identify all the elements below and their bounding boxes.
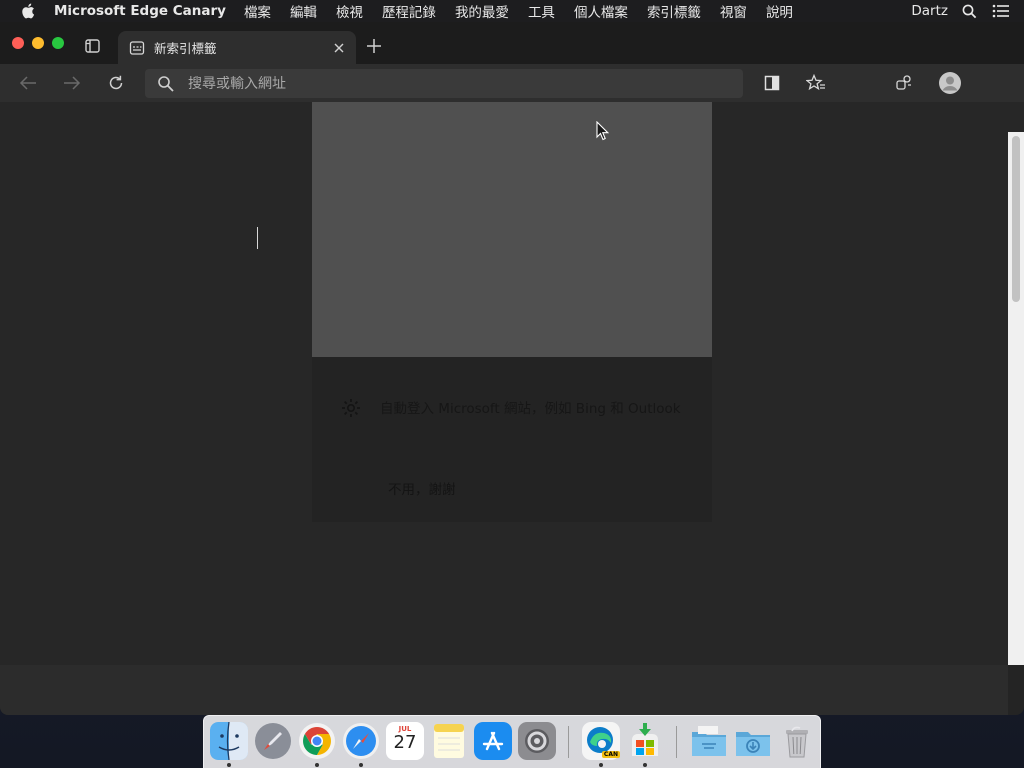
new-tab-plus-icon[interactable]: [366, 38, 382, 54]
page-footer-band: [0, 665, 1008, 715]
window-close-button[interactable]: [12, 37, 24, 49]
browser-window: 新索引標籤 搜尋或輸入網址 自動登入 Microsoft 網站，例如 Bing …: [0, 22, 1024, 715]
page-content-area: 自動登入 Microsoft 網站，例如 Bing 和 Outlook 不用，謝…: [0, 102, 1024, 665]
finder-running-indicator: [227, 763, 231, 767]
refresh-icon[interactable]: [106, 73, 126, 93]
address-bar[interactable]: [145, 69, 743, 98]
downloads-folder-icon[interactable]: [734, 722, 772, 760]
settings-gear-icon: [340, 397, 362, 419]
menu-help[interactable]: 說明: [766, 1, 793, 21]
macos-menu-bar: Microsoft Edge Canary 檔案 編輯 檢視 歷程記錄 我的最愛…: [0, 0, 1024, 22]
safari-icon[interactable]: [342, 722, 380, 760]
control-center-list-icon[interactable]: [992, 2, 1010, 20]
tab-title: 新索引標籤: [154, 41, 217, 56]
back-arrow-icon[interactable]: [18, 73, 38, 93]
text-caret: [257, 227, 258, 249]
window-maximize-button[interactable]: [52, 37, 64, 49]
favorites-star-icon[interactable]: [806, 73, 826, 93]
edge-canary-icon[interactable]: CAN: [582, 722, 620, 760]
menu-view[interactable]: 檢視: [336, 1, 363, 21]
scrollbar-thumb[interactable]: [1012, 136, 1020, 302]
menu-window[interactable]: 視窗: [720, 1, 747, 21]
menu-favorites[interactable]: 我的最愛: [455, 1, 509, 21]
profile-avatar-icon[interactable]: [938, 71, 962, 95]
signin-prompt-card: 自動登入 Microsoft 網站，例如 Bing 和 Outlook 不用，謝…: [312, 102, 712, 522]
menubar-status-area: Dartz: [911, 0, 1024, 22]
signin-message: 自動登入 Microsoft 網站，例如 Bing 和 Outlook: [380, 401, 681, 417]
address-input[interactable]: [188, 75, 708, 92]
menubar-user-name[interactable]: Dartz: [911, 3, 948, 19]
active-app-name[interactable]: Microsoft Edge Canary: [54, 3, 226, 19]
address-search-icon: [157, 75, 175, 93]
finder-icon[interactable]: [210, 722, 248, 760]
microsoft-installer-icon[interactable]: [626, 722, 664, 760]
collections-icon[interactable]: [894, 73, 914, 93]
trash-icon[interactable]: [778, 722, 816, 760]
app-store-icon[interactable]: [474, 722, 512, 760]
dock-separator: [568, 726, 569, 758]
applications-folder-icon[interactable]: [690, 722, 728, 760]
tab-actions-menu-icon[interactable]: [84, 38, 102, 54]
new-tab-page-icon: [129, 40, 145, 56]
mouse-pointer-icon: [596, 120, 610, 141]
calendar-day: 27: [393, 732, 417, 753]
forward-arrow-icon[interactable]: [62, 73, 82, 93]
menu-file[interactable]: 檔案: [244, 1, 271, 21]
installer-running-indicator: [643, 763, 647, 767]
navigation-toolbar: [0, 64, 1024, 102]
spotlight-search-icon[interactable]: [960, 2, 978, 20]
notes-icon[interactable]: [430, 722, 468, 760]
system-preferences-icon[interactable]: [518, 722, 556, 760]
no-thanks-button[interactable]: 不用，謝謝: [388, 478, 456, 498]
launchpad-icon[interactable]: [254, 722, 292, 760]
safari-running-indicator: [359, 763, 363, 767]
edge-canary-badge: CAN: [601, 751, 620, 758]
tab-close-icon[interactable]: [332, 41, 346, 55]
macos-dock: JUL 27 CAN: [203, 715, 821, 768]
tab-new-tab[interactable]: 新索引標籤: [118, 31, 356, 64]
menu-tabs[interactable]: 索引標籤: [647, 1, 701, 21]
edge-canary-running-indicator: [599, 763, 603, 767]
desktop-screen: Microsoft Edge Canary 檔案 編輯 檢視 歷程記錄 我的最愛…: [0, 0, 1024, 768]
chrome-running-indicator: [315, 763, 319, 767]
apple-menu-icon[interactable]: [20, 3, 36, 19]
menu-edit[interactable]: 編輯: [290, 1, 317, 21]
signin-card-body: 自動登入 Microsoft 網站，例如 Bing 和 Outlook 不用，謝…: [312, 357, 712, 522]
menu-tools[interactable]: 工具: [528, 1, 555, 21]
chrome-icon[interactable]: [298, 722, 336, 760]
signin-card-illustration: [312, 102, 712, 357]
window-minimize-button[interactable]: [32, 37, 44, 49]
menu-profiles[interactable]: 個人檔案: [574, 1, 628, 21]
tab-strip: 新索引標籤: [0, 22, 1024, 64]
menu-history[interactable]: 歷程記錄: [382, 1, 436, 21]
calendar-icon[interactable]: JUL 27: [386, 722, 424, 760]
dock-separator: [676, 726, 677, 758]
sidebar-toggle-icon[interactable]: [762, 73, 782, 93]
vertical-scrollbar[interactable]: [1008, 132, 1024, 665]
